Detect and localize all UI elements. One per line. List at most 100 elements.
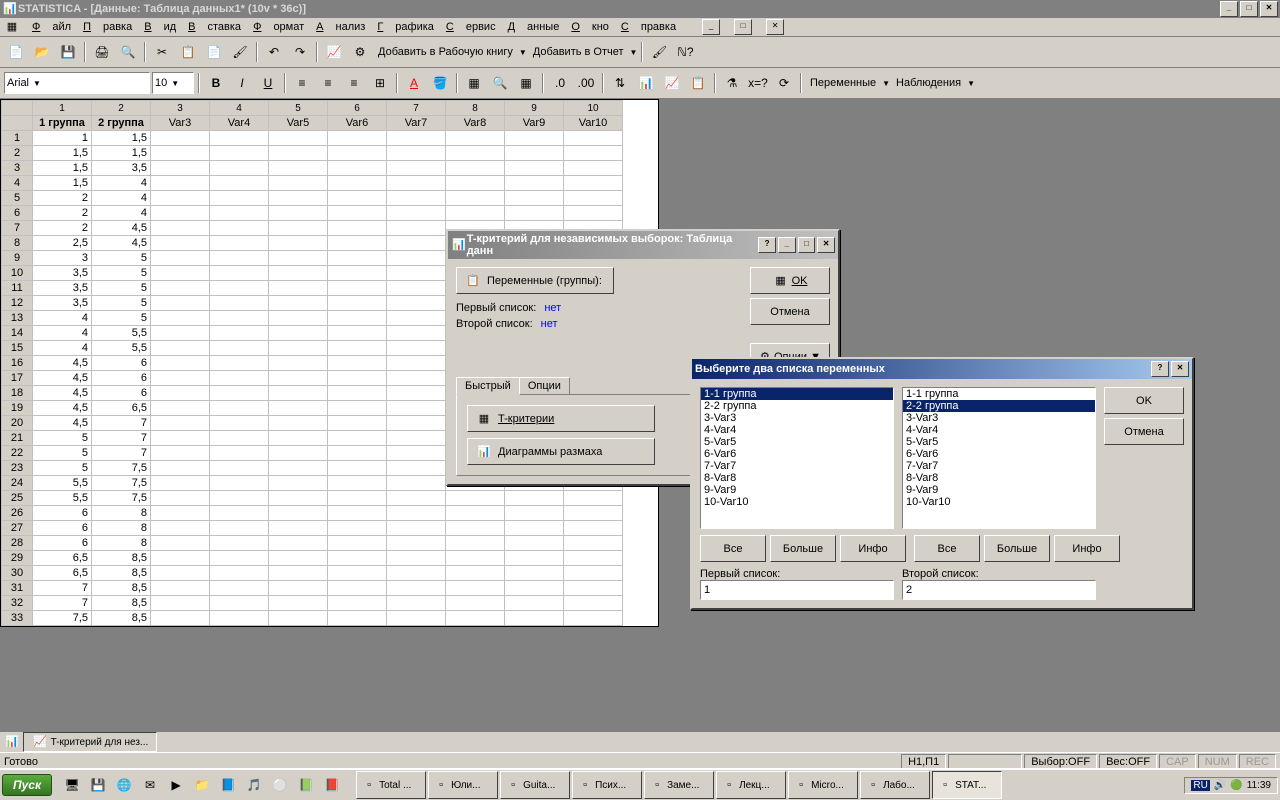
- size-selector[interactable]: 10▼: [152, 72, 194, 94]
- lang-indicator[interactable]: RU: [1191, 780, 1209, 791]
- cell[interactable]: 6,5: [33, 566, 92, 581]
- decimal-dec-icon[interactable]: .00: [574, 71, 598, 95]
- cell[interactable]: 2: [33, 191, 92, 206]
- copy-icon[interactable]: 📋: [176, 40, 200, 64]
- cell[interactable]: [269, 386, 328, 401]
- var-header[interactable]: Var4: [210, 116, 269, 131]
- font-color-icon[interactable]: A: [402, 71, 426, 95]
- cell[interactable]: 6: [92, 386, 151, 401]
- cell[interactable]: 7,5: [92, 491, 151, 506]
- cell[interactable]: [269, 221, 328, 236]
- row-header[interactable]: 16: [2, 356, 33, 371]
- cell[interactable]: 7,5: [92, 476, 151, 491]
- cell[interactable]: [151, 341, 210, 356]
- cell[interactable]: [210, 551, 269, 566]
- list-item[interactable]: 10-Var10: [903, 496, 1095, 508]
- cell[interactable]: [328, 206, 387, 221]
- list-item[interactable]: 3-Var3: [903, 412, 1095, 424]
- cell[interactable]: [151, 401, 210, 416]
- list-item[interactable]: 8-Var8: [701, 472, 893, 484]
- add-report-btn[interactable]: Добавить в Отчет: [529, 46, 628, 58]
- cell[interactable]: [210, 506, 269, 521]
- row-header[interactable]: 27: [2, 521, 33, 536]
- cell[interactable]: [269, 491, 328, 506]
- cell[interactable]: 8: [92, 521, 151, 536]
- cell[interactable]: [387, 161, 446, 176]
- align-left-icon[interactable]: ≡: [290, 71, 314, 95]
- cell[interactable]: [151, 446, 210, 461]
- row-header[interactable]: 15: [2, 341, 33, 356]
- cell[interactable]: [328, 491, 387, 506]
- preview-icon[interactable]: 🔍: [116, 40, 140, 64]
- t-criteria-btn[interactable]: ▦ T-критерии: [467, 405, 655, 432]
- cell[interactable]: [328, 161, 387, 176]
- cell[interactable]: [151, 506, 210, 521]
- row-header[interactable]: 24: [2, 476, 33, 491]
- cell[interactable]: [387, 326, 446, 341]
- cell[interactable]: [446, 521, 505, 536]
- list-item[interactable]: 2-2 группа: [903, 400, 1095, 412]
- cell[interactable]: [446, 536, 505, 551]
- list-item[interactable]: 9-Var9: [903, 484, 1095, 496]
- cell[interactable]: 5: [92, 251, 151, 266]
- quick-app5-icon[interactable]: 📕: [320, 773, 344, 797]
- cell[interactable]: [387, 146, 446, 161]
- cell[interactable]: [446, 161, 505, 176]
- cell[interactable]: [210, 326, 269, 341]
- cell[interactable]: [269, 431, 328, 446]
- cell[interactable]: 1,5: [33, 146, 92, 161]
- cell[interactable]: [505, 161, 564, 176]
- cell[interactable]: [210, 281, 269, 296]
- cell[interactable]: 7,5: [92, 461, 151, 476]
- cell[interactable]: [269, 176, 328, 191]
- list-item[interactable]: 1-1 группа: [701, 388, 893, 400]
- cell[interactable]: [269, 341, 328, 356]
- cell[interactable]: [564, 176, 623, 191]
- cell[interactable]: [446, 596, 505, 611]
- row-header[interactable]: 26: [2, 506, 33, 521]
- varselect-help-btn[interactable]: ?: [1151, 361, 1169, 377]
- second-list-input[interactable]: 2: [902, 580, 1096, 600]
- cell[interactable]: [210, 431, 269, 446]
- cell[interactable]: [328, 566, 387, 581]
- all-1-btn[interactable]: Все: [700, 535, 766, 562]
- cell[interactable]: 3: [33, 251, 92, 266]
- var-header[interactable]: Var9: [505, 116, 564, 131]
- list-item[interactable]: 9-Var9: [701, 484, 893, 496]
- cell[interactable]: [210, 371, 269, 386]
- child-maximize-btn[interactable]: □: [734, 19, 752, 35]
- cell[interactable]: [328, 386, 387, 401]
- row-header[interactable]: 13: [2, 311, 33, 326]
- child-minimize-btn[interactable]: _: [702, 19, 720, 35]
- cell[interactable]: [387, 311, 446, 326]
- cell[interactable]: [151, 236, 210, 251]
- chart-icon[interactable]: 📊: [634, 71, 658, 95]
- list-item[interactable]: 5-Var5: [903, 436, 1095, 448]
- cell[interactable]: [210, 251, 269, 266]
- sort-icon[interactable]: ⇅: [608, 71, 632, 95]
- cell[interactable]: [505, 146, 564, 161]
- cell[interactable]: 5: [33, 431, 92, 446]
- quick-mail-icon[interactable]: ✉: [138, 773, 162, 797]
- cell[interactable]: 5,5: [92, 341, 151, 356]
- cell[interactable]: [269, 131, 328, 146]
- cell[interactable]: [387, 401, 446, 416]
- cell[interactable]: [505, 581, 564, 596]
- cell[interactable]: [328, 191, 387, 206]
- row-header[interactable]: 18: [2, 386, 33, 401]
- undo-icon[interactable]: ↶: [262, 40, 286, 64]
- cell[interactable]: [269, 161, 328, 176]
- cell[interactable]: [269, 506, 328, 521]
- headers-icon[interactable]: ▦: [514, 71, 538, 95]
- cell[interactable]: 7: [92, 446, 151, 461]
- info-1-btn[interactable]: Инфо: [840, 535, 906, 562]
- cell[interactable]: [328, 461, 387, 476]
- cell[interactable]: [151, 551, 210, 566]
- macro-icon[interactable]: ⚙: [348, 40, 372, 64]
- first-list-input[interactable]: 1: [700, 580, 894, 600]
- brush-icon[interactable]: 🖌: [228, 40, 252, 64]
- cell[interactable]: 5,5: [33, 476, 92, 491]
- cell[interactable]: 6: [92, 371, 151, 386]
- cell[interactable]: [151, 521, 210, 536]
- cell[interactable]: [210, 596, 269, 611]
